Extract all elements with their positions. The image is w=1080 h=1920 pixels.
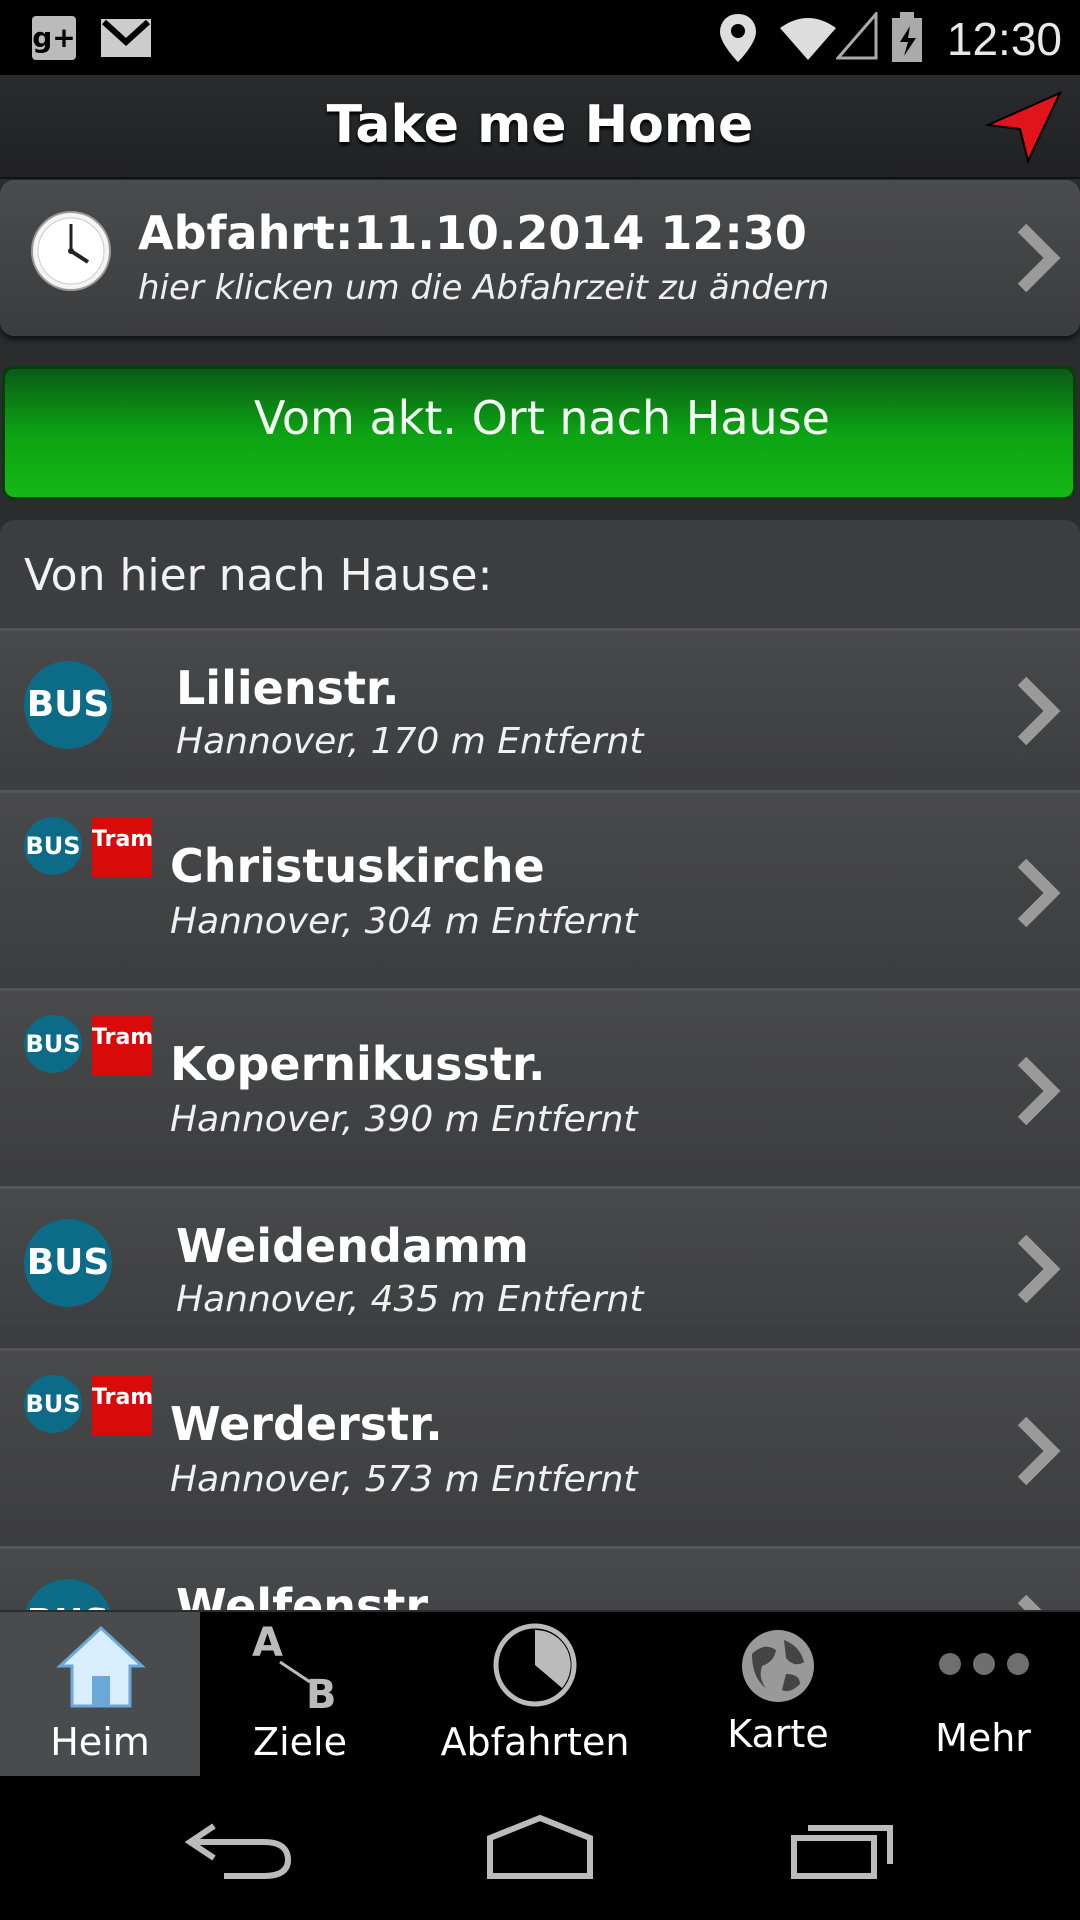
home-icon <box>56 1625 146 1708</box>
list-item[interactable]: BUS Welfenstr. <box>0 1546 1080 1610</box>
stop-distance: Hannover, 304 m Entfernt <box>170 901 638 942</box>
bus-icon: BUS <box>24 1579 112 1610</box>
chevron-right-icon <box>1017 676 1061 746</box>
stop-name: Werderstr. <box>170 1397 443 1451</box>
stop-distance: Hannover, 170 m Entfernt <box>176 721 644 762</box>
stop-name: Weidendamm <box>176 1219 529 1273</box>
location-icon <box>720 14 756 62</box>
list-item[interactable]: BUS Tram Christuskirche Hannover, 304 m … <box>0 790 1080 988</box>
bus-icon: BUS <box>24 1015 82 1073</box>
tram-icon: Tram <box>92 1375 153 1435</box>
gmail-icon <box>101 19 151 57</box>
battery-icon <box>892 12 922 62</box>
tab-label: Heim <box>50 1720 150 1764</box>
departure-heading: Abfahrt:11.10.2014 12:30 <box>138 206 807 260</box>
stop-name: Kopernikusstr. <box>170 1037 546 1091</box>
pie-clock-icon <box>493 1623 577 1707</box>
action-bar: Take me Home <box>0 75 1080 179</box>
chevron-right-icon <box>1017 1594 1042 1610</box>
more-dots-icon <box>939 1653 1029 1675</box>
stop-distance: Hannover, 390 m Entfernt <box>170 1099 638 1140</box>
tab-abfahrten[interactable]: Abfahrten <box>400 1612 670 1776</box>
status-time: 12:30 <box>946 13 1062 65</box>
stop-distance: Hannover, 573 m Entfernt <box>170 1459 638 1500</box>
recents-icon[interactable] <box>790 1814 896 1880</box>
navigate-arrow-icon[interactable] <box>984 89 1064 165</box>
globe-icon <box>742 1630 814 1702</box>
tram-icon: Tram <box>92 817 153 877</box>
tab-label: Ziele <box>253 1720 347 1764</box>
stop-name: Lilienstr. <box>176 661 400 715</box>
wifi-icon <box>780 18 836 60</box>
chevron-right-icon <box>1017 1234 1061 1304</box>
stop-name: Christuskirche <box>170 839 545 893</box>
go-home-button[interactable]: Vom akt. Ort nach Hause <box>2 366 1076 500</box>
back-icon[interactable] <box>184 1820 294 1880</box>
status-bar: g+ 12:30 <box>0 0 1080 75</box>
svg-text:A: A <box>252 1620 283 1666</box>
tab-label: Abfahrten <box>440 1720 630 1764</box>
departure-hint: hier klicken um die Abfahrzeit zu ändern <box>138 268 830 308</box>
bus-icon: BUS <box>24 817 82 875</box>
departure-time-card[interactable]: Abfahrt:11.10.2014 12:30 hier klicken um… <box>0 180 1080 336</box>
a-to-b-icon: A B <box>252 1620 337 1712</box>
stop-name: Welfenstr. <box>176 1579 439 1610</box>
chevron-right-icon <box>1017 1416 1061 1486</box>
stops-list[interactable]: Von hier nach Hause: BUS Lilienstr. Hann… <box>0 520 1080 1610</box>
bus-icon: BUS <box>24 1219 112 1307</box>
list-item[interactable]: BUS Weidendamm Hannover, 435 m Entfernt <box>0 1186 1080 1348</box>
signal-icon <box>836 12 878 60</box>
clock-icon <box>31 211 111 291</box>
tram-icon: Tram <box>92 1015 153 1075</box>
system-nav-bar <box>0 1776 1080 1920</box>
stop-distance: Hannover, 435 m Entfernt <box>176 1279 644 1320</box>
google-plus-icon: g+ <box>32 16 76 60</box>
go-home-button-label: Vom akt. Ort nach Hause <box>254 391 830 445</box>
tab-mehr[interactable]: Mehr <box>886 1612 1080 1776</box>
chevron-right-icon <box>1017 1056 1061 1126</box>
list-item[interactable]: BUS Tram Werderstr. Hannover, 573 m Entf… <box>0 1348 1080 1546</box>
page-title: Take me Home <box>326 95 754 155</box>
list-item[interactable]: BUS Lilienstr. Hannover, 170 m Entfernt <box>0 628 1080 790</box>
tab-label: Mehr <box>935 1716 1031 1760</box>
tab-heim[interactable]: Heim <box>0 1612 200 1776</box>
tab-label: Karte <box>727 1712 829 1756</box>
tab-karte[interactable]: Karte <box>670 1612 886 1776</box>
chevron-right-icon <box>1017 223 1061 293</box>
bottom-nav: Heim A B Ziele Abfahrten Karte Mehr <box>0 1612 1080 1776</box>
chevron-right-icon <box>1017 858 1061 928</box>
bus-icon: BUS <box>24 1375 82 1433</box>
list-item[interactable]: BUS Tram Kopernikusstr. Hannover, 390 m … <box>0 988 1080 1186</box>
list-header: Von hier nach Hause: <box>24 550 493 601</box>
tab-ziele[interactable]: A B Ziele <box>200 1612 400 1776</box>
svg-text:B: B <box>306 1672 337 1712</box>
bus-icon: BUS <box>24 661 112 749</box>
home-nav-icon[interactable] <box>484 1814 596 1880</box>
